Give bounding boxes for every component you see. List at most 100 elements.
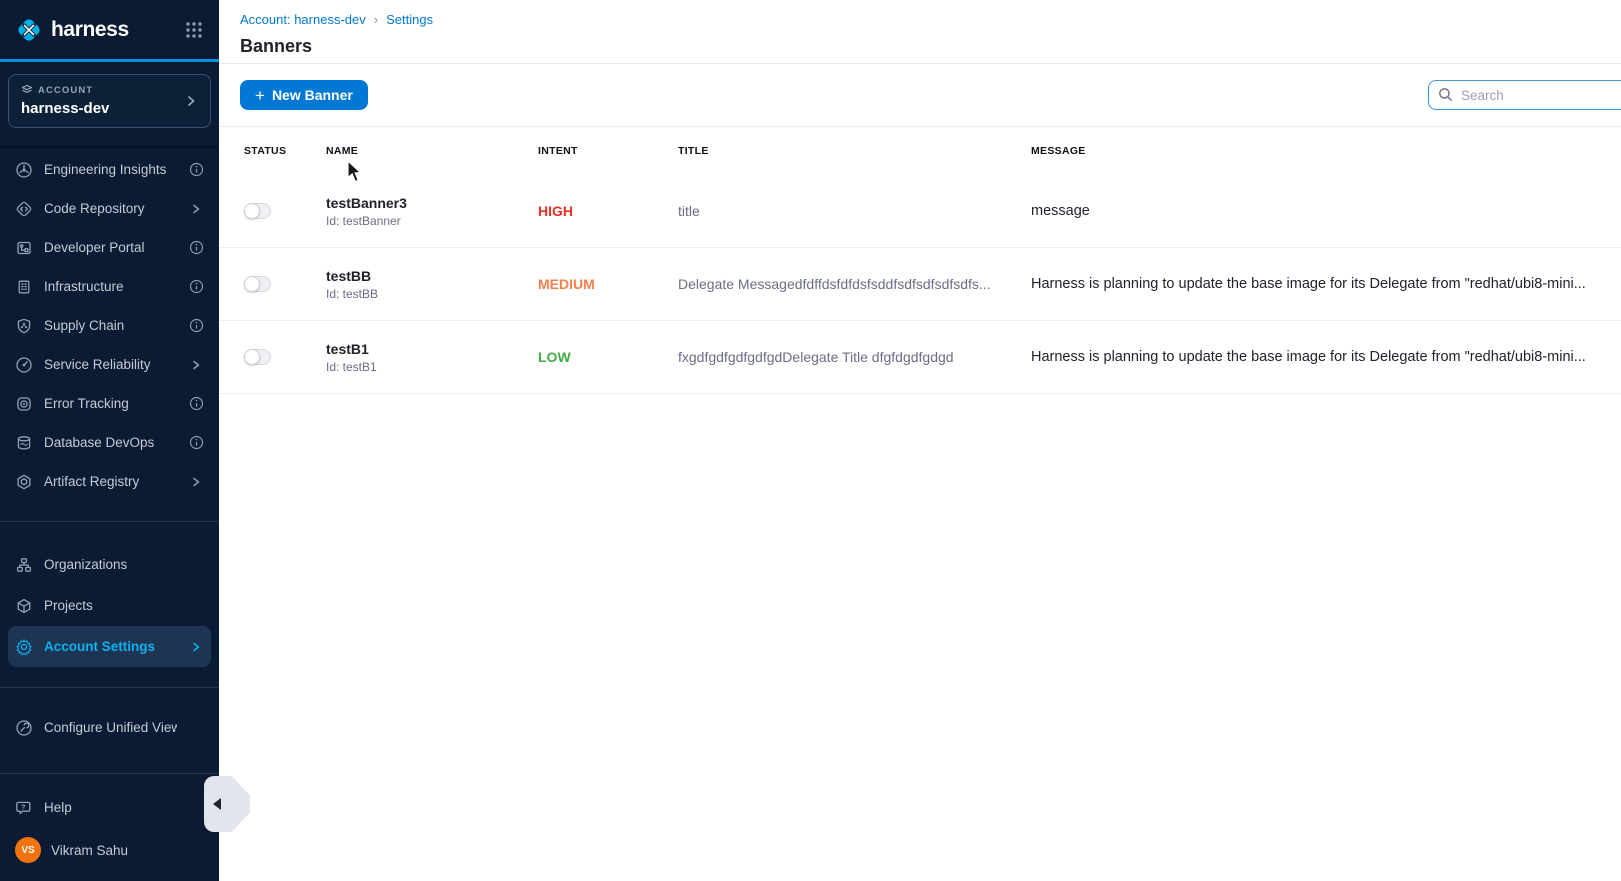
table-header: STATUS NAME INTENT TITLE MESSAGE [219,127,1621,175]
search-box [1428,80,1621,110]
column-header-title: TITLE [678,145,1031,157]
chevron-right-icon [188,639,204,655]
gear-icon [15,638,33,656]
banner-title: Delegate Messagedfdffdsfdfdsfsddfsdfsdfs… [678,276,1031,292]
banner-enabled-toggle[interactable] [244,276,271,292]
sidebar-divider [0,521,219,522]
chevron-right-icon [188,474,204,490]
info-icon[interactable] [188,162,204,178]
page-title: Banners [240,36,1621,57]
user-name: Vikram Sahu [51,843,128,858]
main-content: Account: harness-dev › Settings Banners … [219,0,1621,881]
banner-intent: MEDIUM [538,276,678,292]
column-header-intent: INTENT [538,145,678,157]
column-header-message: MESSAGE [1031,145,1601,157]
service-reliability-icon [15,356,33,374]
sidebar-item-label: Code Repository [44,201,177,216]
sidebar-item-label: Supply Chain [44,318,177,333]
sidebar-item-configure-unified-view[interactable]: Configure Unified View [0,708,219,747]
organizations-icon [15,556,33,574]
banner-message: Harness is planning to update the base i… [1031,349,1601,365]
sidebar-item-organizations[interactable]: Organizations [0,544,219,585]
plus-icon: + [255,87,265,104]
breadcrumb-settings-link[interactable]: Settings [386,12,433,27]
breadcrumb-separator-icon: › [374,12,378,27]
banner-name: testBanner3 [326,195,538,211]
sidebar-divider [0,687,219,688]
help-chat-icon: ? [15,799,33,817]
account-links: Organizations Projects [0,542,219,667]
sidebar-item-code-repository[interactable]: Code Repository [0,189,219,228]
avatar: VS [15,837,41,863]
sidebar-item-developer-portal[interactable]: Developer Portal [0,228,219,267]
sidebar-item-account-settings[interactable]: Account Settings [8,626,211,667]
table-row[interactable]: testBB Id: testBB MEDIUM Delegate Messag… [219,248,1621,321]
banner-message: Harness is planning to update the base i… [1031,276,1601,292]
sidebar-item-label: Organizations [44,557,177,572]
sidebar-item-artifact-registry[interactable]: Artifact Registry [0,462,219,501]
sidebar-item-label: Help [44,800,177,815]
info-icon[interactable] [188,435,204,451]
sidebar-item-label: Infrastructure [44,279,177,294]
banner-title: title [678,203,1031,219]
breadcrumb-account-link[interactable]: Account: harness-dev [240,12,366,27]
table-row[interactable]: testB1 Id: testB1 LOW fxgdfgdfgdfgdfgdDe… [219,321,1621,394]
developer-portal-icon [15,239,33,257]
sidebar-item-label: Artifact Registry [44,474,177,489]
database-devops-icon [15,434,33,452]
sidebar-item-service-reliability[interactable]: Service Reliability [0,345,219,384]
account-name: harness-dev [21,100,184,117]
banner-title: fxgdfgdfgdfgdfgdDelegate Title dfgfdgdfg… [678,349,1031,365]
sidebar-divider [0,773,219,774]
harness-logo-icon [14,15,44,45]
chevron-right-icon [188,201,204,217]
banner-intent: HIGH [538,203,678,219]
column-header-name: NAME [326,145,538,157]
configure-view-icon [15,719,33,737]
chevron-right-icon [184,94,198,108]
search-icon [1438,87,1453,102]
sidebar-item-help[interactable]: ? Help [0,788,219,827]
sidebar-item-label: Error Tracking [44,396,177,411]
module-grid-icon[interactable] [183,19,205,41]
chevron-right-icon [188,357,204,373]
info-icon[interactable] [188,318,204,334]
supply-chain-icon [15,317,33,335]
app-window: harness ACCOUNT [0,0,1621,881]
account-selector[interactable]: ACCOUNT harness-dev [8,74,211,128]
banner-enabled-toggle[interactable] [244,349,271,365]
brand-name: harness [51,18,183,42]
sidebar-item-label: Account Settings [44,639,177,654]
search-input[interactable] [1428,80,1621,110]
new-banner-label: New Banner [272,87,353,103]
sidebar-item-projects[interactable]: Projects [0,585,219,626]
brand-row: harness [0,0,219,62]
info-icon[interactable] [188,396,204,412]
banner-message: message [1031,203,1601,219]
infrastructure-icon [15,278,33,296]
sidebar: harness ACCOUNT [0,0,219,881]
account-label-row: ACCOUNT [21,84,184,96]
banner-name: testB1 [326,341,538,357]
collapse-arrow-icon [213,798,221,810]
sidebar-item-infrastructure[interactable]: Infrastructure [0,267,219,306]
new-banner-button[interactable]: + New Banner [240,80,368,110]
projects-icon [15,597,33,615]
error-tracking-icon [15,395,33,413]
user-profile[interactable]: VS Vikram Sahu [0,827,219,881]
column-header-status: STATUS [244,145,326,157]
info-icon[interactable] [188,240,204,256]
sidebar-item-error-tracking[interactable]: Error Tracking [0,384,219,423]
sidebar-item-engineering-insights[interactable]: Engineering Insights [0,150,219,189]
banner-id: Id: testB1 [326,360,538,374]
sidebar-item-label: Service Reliability [44,357,177,372]
sidebar-item-supply-chain[interactable]: Supply Chain [0,306,219,345]
toolbar: + New Banner [219,64,1621,127]
banner-intent: LOW [538,349,678,365]
info-icon[interactable] [188,279,204,295]
banner-id: Id: testBB [326,287,538,301]
table-row[interactable]: testBanner3 Id: testBanner HIGH title me… [219,175,1621,248]
banner-enabled-toggle[interactable] [244,203,271,219]
banner-id: Id: testBanner [326,214,538,228]
sidebar-item-database-devops[interactable]: Database DevOps [0,423,219,462]
